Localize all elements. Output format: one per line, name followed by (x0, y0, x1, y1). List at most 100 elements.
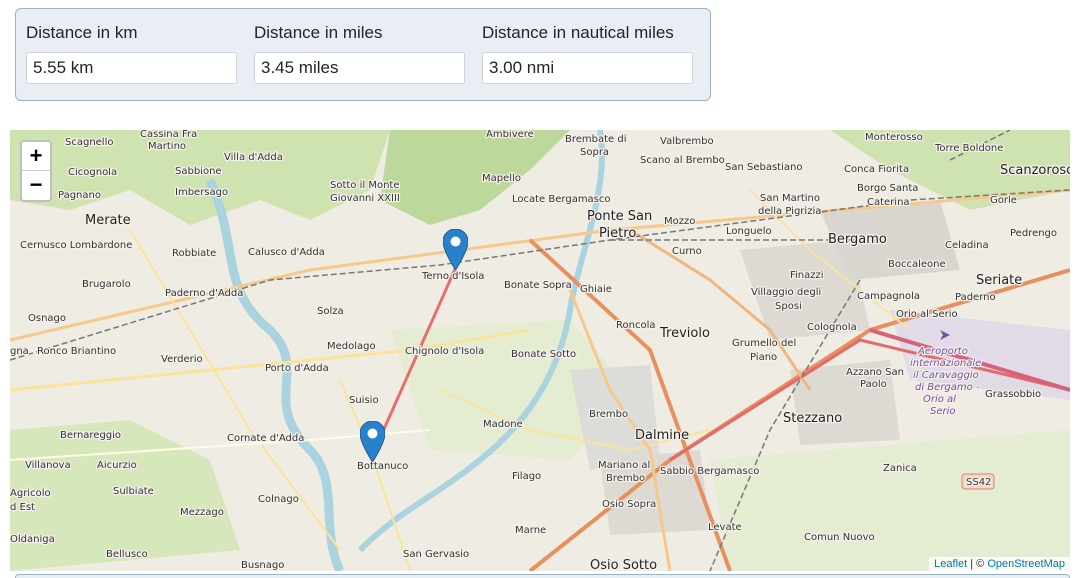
place-label: Villa d'Adda (224, 152, 283, 163)
place-label: Cicognola (68, 167, 117, 178)
place-label: Scagnello (65, 137, 114, 148)
map-marker-icon[interactable] (359, 420, 386, 463)
place-label: Longuelo (726, 226, 772, 237)
place-label: Sposi (775, 301, 802, 312)
map-marker-icon[interactable] (442, 228, 469, 271)
distance-km-group: Distance in km (26, 23, 238, 84)
place-label: Bonate Sotto (511, 349, 576, 360)
place-label: Mozzo (664, 216, 695, 227)
place-label: Merate (85, 213, 131, 228)
marker-place-label: Bottanuco (357, 461, 408, 472)
place-label: Oldaniga (10, 534, 55, 545)
place-label: Cernusco Lombardone (20, 240, 132, 251)
leaflet-link[interactable]: Leaflet (934, 558, 967, 570)
zoom-in-button[interactable]: + (22, 142, 50, 171)
place-label: Osio Sotto (590, 558, 657, 571)
place-label: Aicurzio (97, 460, 137, 471)
place-label: Brembate di (565, 134, 627, 145)
place-label: Colnago (258, 494, 299, 505)
place-label: Seriate (976, 273, 1022, 288)
place-label: Verderio (161, 354, 203, 365)
distance-nmi-group: Distance in nautical miles (482, 23, 694, 84)
place-label: Sabbione (175, 166, 222, 177)
place-label: Bergamo (828, 232, 887, 247)
distance-km-label: Distance in km (26, 23, 138, 42)
place-label: Orio al Serio (896, 309, 958, 320)
place-label: Giovanni XXIII (330, 193, 400, 204)
place-label: Valbrembo (660, 136, 714, 147)
place-label: Sulbiate (113, 486, 154, 497)
place-label: Ghiaie (580, 284, 612, 295)
place-label: Aeroporto (917, 346, 968, 357)
map-container[interactable]: Scagnello Cassina Fra Martino Villa d'Ad… (10, 130, 1070, 571)
place-label: Mezzago (180, 507, 224, 518)
place-label: Caterina (867, 197, 910, 208)
place-label: Brugarolo (82, 279, 131, 290)
place-label: Comun Nuovo (804, 532, 875, 543)
place-label: Cassina Fra (140, 130, 197, 140)
place-label: Filago (512, 471, 541, 482)
place-label: Ambivere (486, 130, 534, 140)
place-label: internazionale (910, 358, 981, 369)
place-label: Gorle (990, 195, 1017, 206)
place-label: Torre Boldone (934, 143, 1003, 154)
place-label: Villaggio degli (751, 287, 821, 298)
place-label: Sopra (580, 147, 609, 158)
place-label: Bellusco (106, 549, 148, 560)
place-label: Azzano San (846, 367, 904, 378)
attribution-separator: | © (967, 558, 988, 570)
place-label: Porto d'Adda (265, 363, 329, 374)
place-label: Boccaleone (888, 259, 946, 270)
place-label: Treviolo (659, 326, 710, 341)
place-label: Piano (750, 352, 777, 363)
place-label: Imbersago (175, 187, 228, 198)
place-label: Medolago (327, 341, 376, 352)
place-label: gna (10, 346, 29, 357)
place-label: Curno (672, 246, 702, 257)
map-tiles[interactable]: Scagnello Cassina Fra Martino Villa d'Ad… (10, 130, 1070, 571)
place-label: Grassobbio (985, 389, 1041, 400)
place-label: Conca Fiorita (844, 164, 909, 175)
place-label: Mariano al (598, 460, 650, 471)
place-label: Madone (483, 419, 523, 430)
place-label: Robbiate (172, 248, 216, 259)
place-label: Sotto il Monte (330, 180, 400, 191)
place-label: Marne (515, 525, 546, 536)
zoom-control: + − (20, 140, 52, 202)
place-label: Dalmine (635, 428, 689, 443)
place-label: Roncola (616, 320, 655, 331)
distance-nmi-input[interactable] (482, 52, 693, 84)
openstreetmap-link[interactable]: OpenStreetMap (987, 558, 1065, 570)
place-label: di Bergamo - (915, 382, 980, 393)
place-label: Serio (930, 406, 956, 417)
distance-panel: Distance in km Distance in miles Distanc… (15, 8, 711, 101)
road-shield-label: SS42 (966, 477, 991, 488)
place-label: Osio Sopra (602, 499, 656, 510)
place-label: San Gervasio (403, 549, 469, 560)
distance-miles-label: Distance in miles (254, 23, 383, 42)
place-label: della Pigrizia (758, 206, 821, 217)
place-label: Sabbio Bergamasco (660, 466, 759, 477)
distance-miles-input[interactable] (254, 52, 465, 84)
place-label: Campagnola (857, 291, 920, 302)
place-label: Cornate d'Adda (227, 433, 304, 444)
place-label: Pagnano (58, 190, 101, 201)
place-label: Borgo Santa (857, 183, 918, 194)
place-label: Paolo (860, 379, 887, 390)
place-label: Paderno (955, 292, 996, 303)
distance-km-input[interactable] (26, 52, 237, 84)
place-label: Agricolo (10, 488, 51, 499)
place-label: San Sebastiano (725, 162, 802, 173)
place-label: Colognola (807, 322, 857, 333)
place-label: Pedrengo (1010, 228, 1057, 239)
place-label: Villanova (25, 460, 71, 471)
distance-miles-group: Distance in miles (254, 23, 466, 84)
place-label: Suisio (349, 395, 379, 406)
zoom-out-button[interactable]: − (22, 171, 50, 200)
marker-place-label: Terno d'Isola (421, 271, 484, 282)
place-label: Scanzorosc (1000, 163, 1070, 178)
place-label: Monterosso (865, 132, 923, 143)
place-label: Mapello (482, 173, 521, 184)
place-label: Busnago (241, 560, 284, 571)
place-label: Bonate Sopra (504, 280, 572, 291)
